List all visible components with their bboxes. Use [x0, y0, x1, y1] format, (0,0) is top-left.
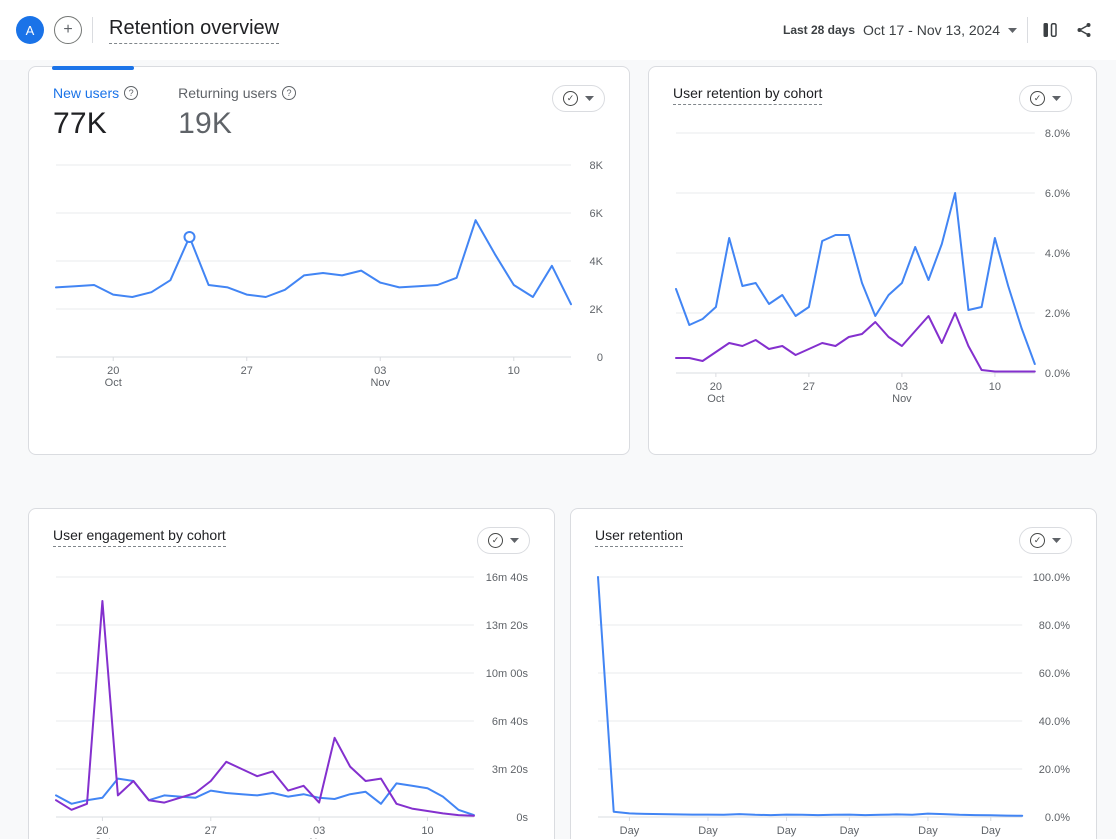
svg-text:0: 0 — [597, 352, 603, 364]
avatar[interactable]: A — [16, 16, 44, 44]
chevron-down-icon — [1052, 538, 1061, 543]
svg-text:2.0%: 2.0% — [1045, 308, 1070, 320]
svg-text:40.0%: 40.0% — [1039, 716, 1070, 728]
svg-text:0.0%: 0.0% — [1045, 368, 1070, 380]
svg-text:Oct: Oct — [707, 393, 724, 403]
divider — [92, 17, 93, 43]
svg-text:Day: Day — [698, 825, 718, 837]
svg-text:100.0%: 100.0% — [1033, 572, 1071, 584]
share-button[interactable] — [1072, 18, 1096, 42]
divider — [1027, 17, 1028, 43]
check-circle-icon: ✓ — [563, 91, 578, 106]
data-quality-button[interactable]: ✓ — [1019, 527, 1072, 554]
svg-text:Day: Day — [777, 825, 797, 837]
svg-text:Day: Day — [918, 825, 938, 837]
user-retention-by-cohort-chart[interactable]: 0.0% 2.0% 4.0% 6.0% 8.0% 20Oct 27 03Nov 10 — [673, 123, 1072, 403]
data-quality-button[interactable]: ✓ — [552, 85, 605, 112]
svg-text:16m 40s: 16m 40s — [486, 572, 529, 584]
new-users-chart[interactable]: 0 2K 4K 6K 8K 20Oct 27 03Nov 10 — [53, 155, 605, 387]
svg-text:27: 27 — [241, 365, 253, 377]
metric-tabs: New users ? 77K Returning users ? 19K — [53, 85, 296, 141]
svg-text:10: 10 — [421, 825, 433, 837]
svg-text:80.0%: 80.0% — [1039, 620, 1070, 632]
svg-text:Oct: Oct — [105, 377, 122, 387]
edit-comparisons-button[interactable] — [1038, 18, 1062, 42]
date-preset-label: Last 28 days — [783, 23, 855, 37]
svg-text:20: 20 — [710, 381, 722, 393]
svg-text:8.0%: 8.0% — [1045, 128, 1070, 140]
svg-text:Nov: Nov — [892, 393, 912, 403]
svg-text:Day: Day — [840, 825, 860, 837]
page-title[interactable]: Retention overview — [109, 17, 279, 44]
check-circle-icon: ✓ — [1030, 533, 1045, 548]
svg-text:0.0%: 0.0% — [1045, 812, 1070, 824]
metric-value: 77K — [53, 107, 138, 141]
svg-text:Day: Day — [981, 825, 1001, 837]
plus-icon: + — [63, 22, 72, 38]
svg-text:6m 40s: 6m 40s — [492, 716, 529, 728]
active-tab-indicator — [52, 66, 134, 70]
tab-new-users[interactable]: New users ? 77K — [53, 85, 138, 141]
help-icon[interactable]: ? — [282, 86, 296, 100]
svg-text:6.0%: 6.0% — [1045, 188, 1070, 200]
card-title[interactable]: User retention by cohort — [673, 85, 822, 105]
date-range-picker[interactable]: Last 28 days Oct 17 - Nov 13, 2024 — [783, 22, 1017, 38]
svg-text:4K: 4K — [590, 256, 604, 268]
svg-text:10: 10 — [508, 365, 520, 377]
card-users-overview: New users ? 77K Returning users ? 19K — [28, 66, 630, 455]
svg-text:20: 20 — [96, 825, 108, 837]
svg-text:03: 03 — [313, 825, 325, 837]
data-quality-button[interactable]: ✓ — [477, 527, 530, 554]
card-title[interactable]: User engagement by cohort — [53, 527, 226, 547]
svg-text:10m 00s: 10m 00s — [486, 668, 529, 680]
svg-text:13m 20s: 13m 20s — [486, 620, 529, 632]
user-engagement-by-cohort-chart[interactable]: 0s3m 20s6m 40s10m 00s13m 20s16m 40s20Oct… — [53, 567, 530, 839]
user-retention-chart[interactable]: 0.0% 20.0% 40.0% 60.0% 80.0% 100.0% Day Day Day D… — [595, 567, 1072, 839]
chevron-down-icon — [1008, 28, 1017, 33]
svg-text:3m 20s: 3m 20s — [492, 764, 529, 776]
header: A + Retention overview Last 28 days Oct … — [0, 0, 1116, 60]
card-user-engagement-by-cohort: User engagement by cohort ✓ 0s 3m 20s 6m 4… — [28, 508, 555, 839]
check-circle-icon: ✓ — [1030, 91, 1045, 106]
retention-overview-page: A + Retention overview Last 28 days Oct … — [0, 0, 1116, 839]
data-quality-button[interactable]: ✓ — [1019, 85, 1072, 112]
svg-text:03: 03 — [374, 365, 386, 377]
svg-text:2K: 2K — [590, 304, 604, 316]
svg-text:20: 20 — [107, 365, 119, 377]
svg-text:6K: 6K — [590, 208, 604, 220]
chevron-down-icon — [510, 538, 519, 543]
check-circle-icon: ✓ — [488, 533, 503, 548]
svg-text:20.0%: 20.0% — [1039, 764, 1070, 776]
card-user-retention-by-cohort: User retention by cohort ✓ 0.0% 2.0% 4.0% 6… — [648, 66, 1097, 455]
svg-text:27: 27 — [803, 381, 815, 393]
metric-value: 19K — [178, 107, 296, 141]
card-title[interactable]: User retention — [595, 527, 683, 547]
svg-text:4.0%: 4.0% — [1045, 248, 1070, 260]
add-comparison-button[interactable]: + — [54, 16, 82, 44]
report-content: New users ? 77K Returning users ? 19K — [0, 60, 1116, 839]
chevron-down-icon — [585, 96, 594, 101]
svg-text:0s: 0s — [516, 812, 528, 824]
metric-label: New users — [53, 85, 119, 101]
chevron-down-icon — [1052, 96, 1061, 101]
svg-text:03: 03 — [896, 381, 908, 393]
help-icon[interactable]: ? — [124, 86, 138, 100]
svg-text:Nov: Nov — [370, 377, 390, 387]
svg-text:60.0%: 60.0% — [1039, 668, 1070, 680]
svg-text:10: 10 — [989, 381, 1001, 393]
comparison-bars-icon — [1042, 22, 1058, 38]
share-icon — [1076, 22, 1092, 38]
metric-label: Returning users — [178, 85, 277, 101]
svg-text:8K: 8K — [590, 160, 604, 172]
tab-returning-users[interactable]: Returning users ? 19K — [178, 85, 296, 141]
date-range-value: Oct 17 - Nov 13, 2024 — [863, 22, 1000, 38]
svg-text:Day: Day — [620, 825, 640, 837]
card-user-retention: User retention ✓ 0.0% 20.0% 40.0% 60.0% 80.0… — [570, 508, 1097, 839]
svg-text:27: 27 — [205, 825, 217, 837]
